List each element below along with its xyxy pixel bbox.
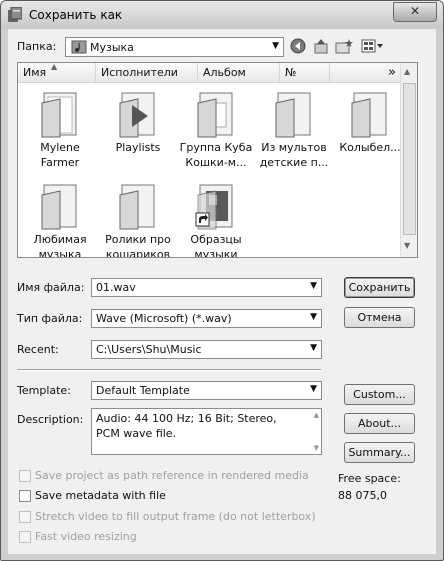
free-space-label: Free space: — [338, 472, 401, 485]
template-select[interactable]: Default Template ▼ — [91, 381, 322, 400]
chevron-down-icon: ▼ — [310, 312, 317, 322]
recent-label: Recent: — [17, 343, 59, 356]
scroll-thumb[interactable] — [403, 83, 416, 235]
template-label: Template: — [17, 384, 71, 397]
chevron-down-icon: ▼ — [310, 343, 317, 353]
fast-resizing-label: Fast video resizing — [35, 530, 137, 543]
filename-input[interactable]: 01.wav ▼ — [91, 278, 322, 297]
save-project-checkbox[interactable] — [19, 470, 31, 482]
vertical-scrollbar[interactable]: ▲ ▼ — [400, 63, 417, 257]
custom-button[interactable]: Custom... — [344, 384, 415, 405]
save-project-label: Save project as path reference in render… — [35, 469, 309, 482]
list-item[interactable]: Mylene Farmer — [22, 89, 98, 170]
save-as-dialog: Сохранить как ✕ Папка: Музыка ▼ Имя ▲ Исп… — [0, 0, 444, 561]
description-text: Audio: 44 100 Hz; 16 Bit; Stereo, PCM wa… — [96, 412, 277, 440]
list-item[interactable]: Playlists — [100, 89, 176, 155]
description-box: Audio: 44 100 Hz; 16 Bit; Stereo, PCM wa… — [91, 408, 322, 455]
summary-button[interactable]: Summary... — [344, 442, 415, 463]
chevron-down-icon: ▼ — [272, 41, 279, 51]
save-metadata-label: Save metadata with file — [35, 489, 166, 502]
about-button[interactable]: About... — [344, 413, 415, 434]
description-label: Description: — [17, 413, 84, 426]
stretch-video-label: Stretch video to fill output frame (do n… — [35, 510, 316, 523]
list-item[interactable]: Группа Куба Кошки-м... — [178, 89, 254, 170]
list-item[interactable]: Колыбел... — [332, 89, 408, 155]
more-columns-icon[interactable]: » — [388, 65, 396, 80]
list-item[interactable]: Любимая музыка — [22, 181, 98, 257]
recent-select[interactable]: C:\Users\Shu\Music ▼ — [91, 340, 322, 359]
music-folder-icon — [71, 40, 87, 54]
scroll-down-icon[interactable]: ▼ — [314, 444, 319, 452]
scroll-up-icon[interactable]: ▲ — [314, 411, 319, 419]
folder-icon — [351, 92, 387, 138]
back-icon[interactable] — [290, 38, 306, 54]
folder-icon — [41, 92, 77, 138]
stretch-video-checkbox[interactable] — [19, 511, 31, 523]
folder-value: Музыка — [90, 41, 134, 54]
playlist-folder-icon — [119, 92, 155, 138]
scroll-down-icon: ▼ — [404, 241, 411, 250]
folder-icon — [41, 184, 77, 230]
save-metadata-checkbox[interactable] — [19, 490, 31, 502]
filetype-label: Тип файла: — [17, 312, 83, 325]
app-icon — [8, 7, 22, 22]
folder-icon — [119, 184, 155, 230]
close-button[interactable]: ✕ — [393, 2, 437, 22]
close-icon: ✕ — [409, 4, 421, 18]
free-space-value: 88 075,0 — [338, 489, 387, 502]
up-folder-icon[interactable] — [313, 38, 329, 54]
list-item[interactable]: Образцы музыки — [178, 181, 254, 257]
folder-label: Папка: — [17, 40, 57, 53]
chevron-down-icon: ▼ — [310, 384, 317, 394]
chevron-down-icon: ▼ — [310, 281, 317, 291]
column-artists[interactable]: Исполнители — [96, 63, 198, 82]
list-item[interactable]: Ролики про кошариков — [100, 181, 176, 257]
new-folder-icon[interactable] — [335, 38, 353, 54]
save-button[interactable]: Сохранить — [344, 277, 415, 298]
column-name[interactable]: Имя ▲ — [18, 63, 96, 82]
filename-label: Имя файла: — [17, 281, 85, 294]
window-title: Сохранить как — [29, 8, 123, 22]
filetype-select[interactable]: Wave (Microsoft) (*.wav) ▼ — [91, 309, 322, 328]
shortcut-folder-icon — [195, 184, 233, 230]
divider — [17, 369, 321, 371]
column-number[interactable]: № — [280, 63, 330, 82]
fast-resizing-checkbox[interactable] — [19, 531, 31, 543]
column-header: Имя ▲ Исполнители Альбом № » — [18, 63, 417, 83]
dialog-body: Папка: Музыка ▼ Имя ▲ Исполнители Альбом … — [8, 29, 436, 554]
column-album[interactable]: Альбом — [198, 63, 280, 82]
cancel-button[interactable]: Отмена — [344, 307, 415, 328]
title-bar: Сохранить как ✕ — [1, 1, 443, 29]
sort-arrow-icon: ▲ — [51, 62, 58, 71]
folder-icon — [275, 92, 311, 138]
file-browser[interactable]: Имя ▲ Исполнители Альбом № » Mylene Farmer… — [17, 62, 418, 258]
scroll-up-icon: ▲ — [404, 67, 411, 76]
list-item[interactable]: Из мультов детские п... — [256, 89, 332, 170]
folder-icon — [197, 92, 233, 138]
folder-select[interactable]: Музыка ▼ — [65, 37, 284, 57]
view-menu-icon[interactable] — [361, 38, 385, 54]
